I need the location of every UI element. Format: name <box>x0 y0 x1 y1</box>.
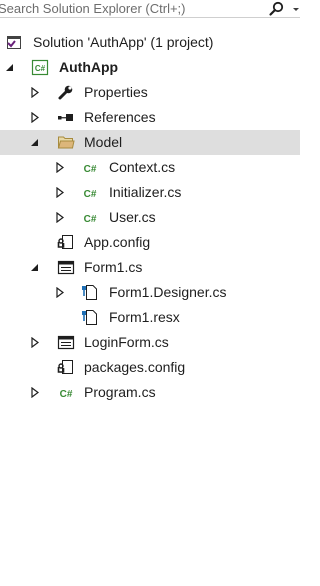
svg-text:C#: C# <box>84 189 97 200</box>
expand-arrow-icon[interactable] <box>30 87 40 98</box>
tree-label-form1-designer: Form1.Designer.cs <box>109 284 227 300</box>
expand-arrow-icon[interactable] <box>55 187 65 198</box>
tree-label-initializer: Initializer.cs <box>109 184 182 200</box>
resx-file-icon <box>81 309 99 326</box>
csharp-file-icon: C# <box>81 159 99 176</box>
collapse-arrow-icon[interactable] <box>30 137 40 148</box>
tree-node-form1-resx[interactable]: Form1.resx <box>0 305 300 330</box>
expand-arrow-icon[interactable] <box>55 287 65 298</box>
svg-text:C#: C# <box>60 389 73 400</box>
tree-node-user-cs[interactable]: C# User.cs <box>0 205 300 230</box>
csharp-file-icon: C# <box>57 384 75 401</box>
references-icon <box>57 109 75 126</box>
svg-text:C#: C# <box>84 164 97 175</box>
tree-node-properties[interactable]: Properties <box>0 80 300 105</box>
form-icon <box>57 259 75 276</box>
folder-open-icon <box>57 134 75 151</box>
tree-node-model[interactable]: Model <box>0 130 300 155</box>
tree-label-references: References <box>84 109 156 125</box>
tree-label-model: Model <box>84 134 123 150</box>
expand-arrow-icon[interactable] <box>30 337 40 348</box>
tree-label-properties: Properties <box>84 84 148 100</box>
tree-label-loginform: LoginForm.cs <box>84 334 169 350</box>
svg-text:C#: C# <box>35 64 46 73</box>
expand-arrow-icon[interactable] <box>55 162 65 173</box>
search-bar[interactable]: Search Solution Explorer (Ctrl+;) <box>0 0 300 18</box>
tree-node-initializer-cs[interactable]: C# Initializer.cs <box>0 180 300 205</box>
tree-node-program-cs[interactable]: C# Program.cs <box>0 380 300 405</box>
tree-label-project: AuthApp <box>59 59 119 75</box>
csharp-project-icon: C# <box>31 59 49 76</box>
tree-node-project-authapp[interactable]: C# AuthApp <box>0 55 300 80</box>
tree-node-references[interactable]: References <box>0 105 300 130</box>
designer-file-icon <box>81 284 99 301</box>
search-icon[interactable] <box>268 1 286 17</box>
expand-arrow-icon[interactable] <box>55 212 65 223</box>
tree-node-context-cs[interactable]: C# Context.cs <box>0 155 300 180</box>
wrench-icon <box>57 84 75 101</box>
tree-label-form1: Form1.cs <box>84 259 143 275</box>
config-file-icon <box>57 234 75 251</box>
form-icon <box>57 334 75 351</box>
tree-label-program: Program.cs <box>84 384 156 400</box>
expand-arrow-icon[interactable] <box>30 112 40 123</box>
collapse-arrow-icon[interactable] <box>30 262 40 273</box>
tree-node-form1-cs[interactable]: Form1.cs <box>0 255 300 280</box>
solution-icon <box>5 34 23 51</box>
search-options-dropdown-icon[interactable] <box>290 0 300 18</box>
solution-tree: Solution 'AuthApp' (1 project) C# AuthAp… <box>0 30 300 405</box>
tree-node-app-config[interactable]: App.config <box>0 230 300 255</box>
config-file-icon <box>57 359 75 376</box>
expand-arrow-icon[interactable] <box>30 387 40 398</box>
csharp-file-icon: C# <box>81 184 99 201</box>
collapse-arrow-icon[interactable] <box>5 62 15 73</box>
tree-label-form1-resx: Form1.resx <box>109 309 180 325</box>
tree-node-form1-designer-cs[interactable]: Form1.Designer.cs <box>0 280 300 305</box>
svg-text:C#: C# <box>84 214 97 225</box>
csharp-file-icon: C# <box>81 209 99 226</box>
tree-label-user: User.cs <box>109 209 156 225</box>
tree-node-loginform-cs[interactable]: LoginForm.cs <box>0 330 300 355</box>
tree-node-solution[interactable]: Solution 'AuthApp' (1 project) <box>0 30 300 55</box>
tree-label-solution: Solution 'AuthApp' (1 project) <box>33 34 214 50</box>
search-input[interactable]: Search Solution Explorer (Ctrl+;) <box>0 0 186 18</box>
tree-node-packages-config[interactable]: packages.config <box>0 355 300 380</box>
tree-label-packages-config: packages.config <box>84 359 186 375</box>
tree-label-app-config: App.config <box>84 234 151 250</box>
tree-label-context: Context.cs <box>109 159 176 175</box>
